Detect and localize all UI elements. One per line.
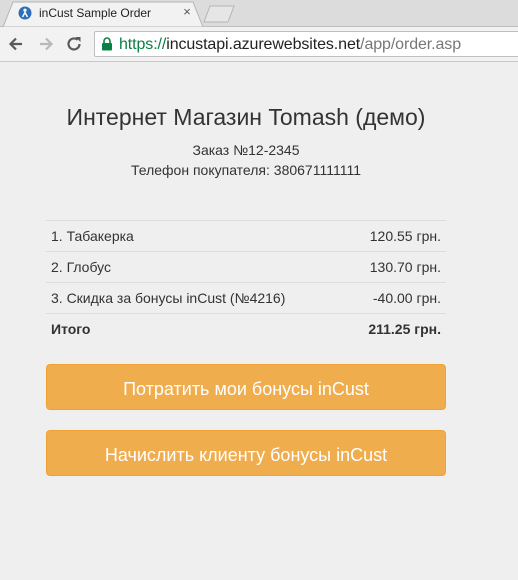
url-path: /app/order.asp	[360, 36, 461, 53]
order-table: 1. Табакерка 120.55 грн. 2. Глобус 130.7…	[46, 220, 446, 344]
credit-bonuses-button[interactable]: Начислить клиенту бонусы inCust	[46, 430, 446, 476]
browser-chrome: inCust Sample Order × https://incustapi.…	[0, 0, 518, 62]
url-text: https://incustapi.azurewebsites.net/app/…	[119, 36, 461, 54]
item-label: 1. Табакерка	[46, 220, 345, 252]
url-host: incustapi.azurewebsites.net	[166, 36, 361, 53]
item-price: -40.00 грн.	[344, 282, 446, 314]
table-row: 1. Табакерка 120.55 грн.	[46, 220, 446, 252]
customer-phone: Телефон покупателя: 380671111111	[131, 162, 361, 178]
table-row: 2. Глобус 130.70 грн.	[46, 251, 446, 283]
new-tab-button[interactable]	[203, 5, 235, 23]
item-price: 130.70 грн.	[344, 251, 446, 283]
reload-icon[interactable]	[64, 34, 84, 54]
total-price: 211.25 грн.	[344, 313, 446, 344]
spend-bonuses-button[interactable]: Потратить мои бонусы inCust	[46, 364, 446, 410]
total-row: Итого 211.25 грн.	[46, 313, 446, 344]
address-bar[interactable]: https://incustapi.azurewebsites.net/app/…	[94, 31, 518, 57]
item-price: 120.55 грн.	[344, 220, 446, 252]
lock-icon	[102, 37, 112, 51]
url-scheme: https://	[119, 36, 167, 53]
order-page: Интернет Магазин Tomash (демо) Заказ №12…	[0, 62, 518, 580]
table-row: 3. Скидка за бонусы inCust (№4216) -40.0…	[46, 282, 446, 314]
incust-favicon-icon	[18, 6, 32, 20]
order-number: Заказ №12-2345	[192, 142, 300, 158]
item-label: 3. Скидка за бонусы inCust (№4216)	[46, 282, 345, 314]
page-title: Интернет Магазин Tomash (демо)	[66, 104, 426, 130]
forward-arrow-icon[interactable]	[36, 34, 56, 54]
item-label: 2. Глобус	[46, 251, 345, 283]
tab-title: inCust Sample Order	[39, 6, 152, 20]
close-icon[interactable]: ×	[180, 5, 194, 19]
back-arrow-icon[interactable]	[6, 34, 26, 54]
browser-toolbar: https://incustapi.azurewebsites.net/app/…	[0, 27, 518, 62]
tab-strip: inCust Sample Order ×	[0, 0, 518, 27]
total-label: Итого	[46, 313, 345, 344]
browser-tab[interactable]: inCust Sample Order ×	[3, 1, 203, 27]
